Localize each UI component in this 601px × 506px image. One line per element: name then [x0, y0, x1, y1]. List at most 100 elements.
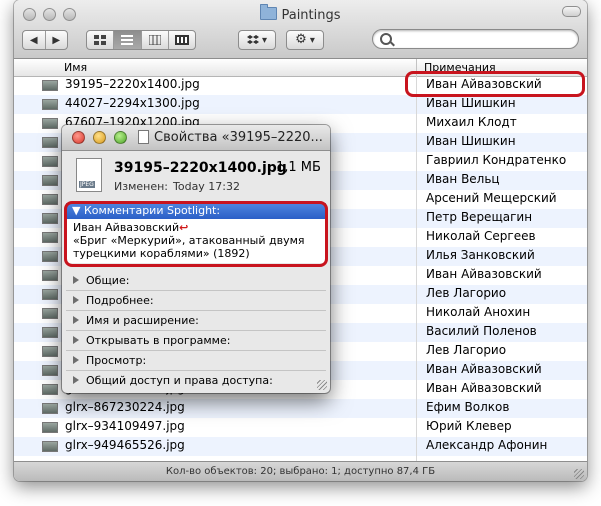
chevron-down-icon: ▾: [309, 34, 315, 46]
column-view-icon[interactable]: [140, 31, 168, 49]
file-note: Ефим Волков: [426, 400, 510, 414]
section-sharing-permissions[interactable]: Общий доступ и права доступа:: [66, 371, 326, 390]
window-title-text: Paintings: [281, 8, 341, 23]
table-row[interactable]: glrx–934109497.jpg Юрий Клевер: [14, 418, 587, 437]
image-thumbnail-icon: [42, 137, 58, 148]
document-icon: [138, 130, 149, 144]
file-note: Юрий Клевер: [426, 419, 512, 433]
action-menu-button[interactable]: ⚙ ▾: [286, 30, 324, 50]
file-note: Иван Шишкин: [426, 134, 516, 148]
modified-label: Изменен:: [114, 180, 169, 193]
image-thumbnail-icon: [42, 270, 58, 281]
info-titlebar: Свойства «39195–2220...: [62, 125, 330, 151]
image-thumbnail-icon: [42, 346, 58, 357]
column-name-header[interactable]: Имя: [64, 61, 87, 74]
highlight-note: [405, 71, 585, 97]
info-file-name: 39195–2220x1400.jpg: [114, 160, 287, 176]
window-title: Paintings: [14, 4, 587, 23]
file-name: 39195–2220x1400.jpg: [65, 77, 200, 91]
disclosure-triangle-icon: [73, 336, 79, 344]
file-note: Михаил Клодт: [426, 115, 517, 129]
section-label: Открывать в программе:: [86, 334, 231, 347]
file-note: Александр Афонин: [426, 438, 548, 452]
image-thumbnail-icon: [42, 365, 58, 376]
image-thumbnail-icon: [42, 156, 58, 167]
gear-icon: ⚙: [295, 32, 307, 47]
table-row[interactable]: 44027–2294x1300.jpg Иван Шишкин: [14, 95, 587, 114]
search-field[interactable]: [372, 29, 579, 49]
image-thumbnail-icon: [42, 118, 58, 129]
dropbox-icon: [246, 35, 259, 45]
back-button[interactable]: ◀: [23, 31, 45, 49]
section-open-with[interactable]: Открывать в программе:: [66, 331, 326, 351]
section-preview[interactable]: Просмотр:: [66, 351, 326, 371]
jpeg-file-icon: JPEG: [76, 158, 102, 192]
section-label: Просмотр:: [86, 354, 147, 367]
file-note: Иван Айвазовский: [426, 381, 542, 395]
list-view-icon[interactable]: [113, 31, 141, 49]
table-row[interactable]: glrx–867230224.jpg Ефим Волков: [14, 399, 587, 418]
file-note: Иван Айвазовский: [426, 267, 542, 281]
chevron-down-icon: ▾: [261, 34, 268, 46]
image-thumbnail-icon: [42, 194, 58, 205]
info-resize-grip-icon[interactable]: [317, 380, 327, 390]
file-note: Иван Айвазовский: [426, 362, 542, 376]
folder-icon: [260, 4, 278, 20]
info-minimize-button[interactable]: [93, 131, 106, 144]
file-note: Николай Анохин: [426, 305, 531, 319]
forward-button[interactable]: ▶: [44, 31, 68, 49]
disclosure-triangle-icon: [73, 296, 79, 304]
image-thumbnail-icon: [42, 213, 58, 224]
image-thumbnail-icon: [42, 80, 58, 91]
image-thumbnail-icon: [42, 327, 58, 338]
image-thumbnail-icon: [42, 251, 58, 262]
image-thumbnail-icon: [42, 308, 58, 319]
search-icon: [380, 33, 392, 45]
image-thumbnail-icon: [42, 384, 58, 395]
file-note: Лев Лагорио: [426, 286, 507, 300]
icon-view-icon[interactable]: [87, 31, 113, 49]
file-name: glrx–867230224.jpg: [65, 400, 185, 414]
view-switcher: [86, 30, 196, 50]
disclosure-triangle-icon: [73, 376, 79, 384]
info-close-button[interactable]: [72, 131, 85, 144]
disclosure-triangle-icon: [73, 316, 79, 324]
column-divider: [416, 76, 417, 461]
file-note: Лев Лагорио: [426, 343, 507, 357]
file-note: Гавриил Кондратенко: [426, 153, 567, 167]
section-more-info[interactable]: Подробнее:: [66, 291, 326, 311]
status-bar: Кол-во объектов: 20; выбрано: 1; доступн…: [14, 461, 587, 481]
coverflow-view-icon[interactable]: [167, 31, 195, 49]
file-name: glrx–934109497.jpg: [65, 419, 185, 433]
image-thumbnail-icon: [42, 441, 58, 452]
file-name: 44027–2294x1300.jpg: [65, 96, 200, 110]
image-thumbnail-icon: [42, 403, 58, 414]
image-thumbnail-icon: [42, 99, 58, 110]
modified-value: Today 17:32: [173, 180, 241, 193]
file-note: Илья Занковский: [426, 248, 535, 262]
section-label: Подробнее:: [86, 294, 154, 307]
file-note: Петр Верещагин: [426, 210, 533, 224]
titlebar: Paintings ◀ ▶ ▾ ⚙ ▾: [14, 0, 587, 59]
nav-back-forward: ◀ ▶: [22, 30, 68, 50]
file-note: Николай Сергеев: [426, 229, 536, 243]
image-thumbnail-icon: [42, 422, 58, 433]
info-zoom-button[interactable]: [114, 131, 127, 144]
table-row[interactable]: glrx–949465526.jpg Александр Афонин: [14, 437, 587, 456]
toolbar-toggle-button[interactable]: [562, 6, 581, 17]
info-title: Свойства «39195–2220...: [154, 130, 323, 145]
image-thumbnail-icon: [42, 289, 58, 300]
section-name-extension[interactable]: Имя и расширение:: [66, 311, 326, 331]
file-note: Иван Шишкин: [426, 96, 516, 110]
file-note: Арсений Мещерский: [426, 191, 557, 205]
file-note: Василий Поленов: [426, 324, 537, 338]
section-label: Общий доступ и права доступа:: [86, 374, 273, 387]
resize-grip-icon[interactable]: [574, 469, 584, 479]
status-text: Кол-во объектов: 20; выбрано: 1; доступн…: [165, 466, 436, 477]
image-thumbnail-icon: [42, 175, 58, 186]
section-general[interactable]: Общие:: [66, 271, 326, 291]
highlight-spotlight: [64, 201, 328, 267]
dropbox-menu-button[interactable]: ▾: [238, 30, 276, 50]
info-file-size: 1,1 МБ: [276, 160, 321, 175]
file-note: Иван Вельц: [426, 172, 500, 186]
